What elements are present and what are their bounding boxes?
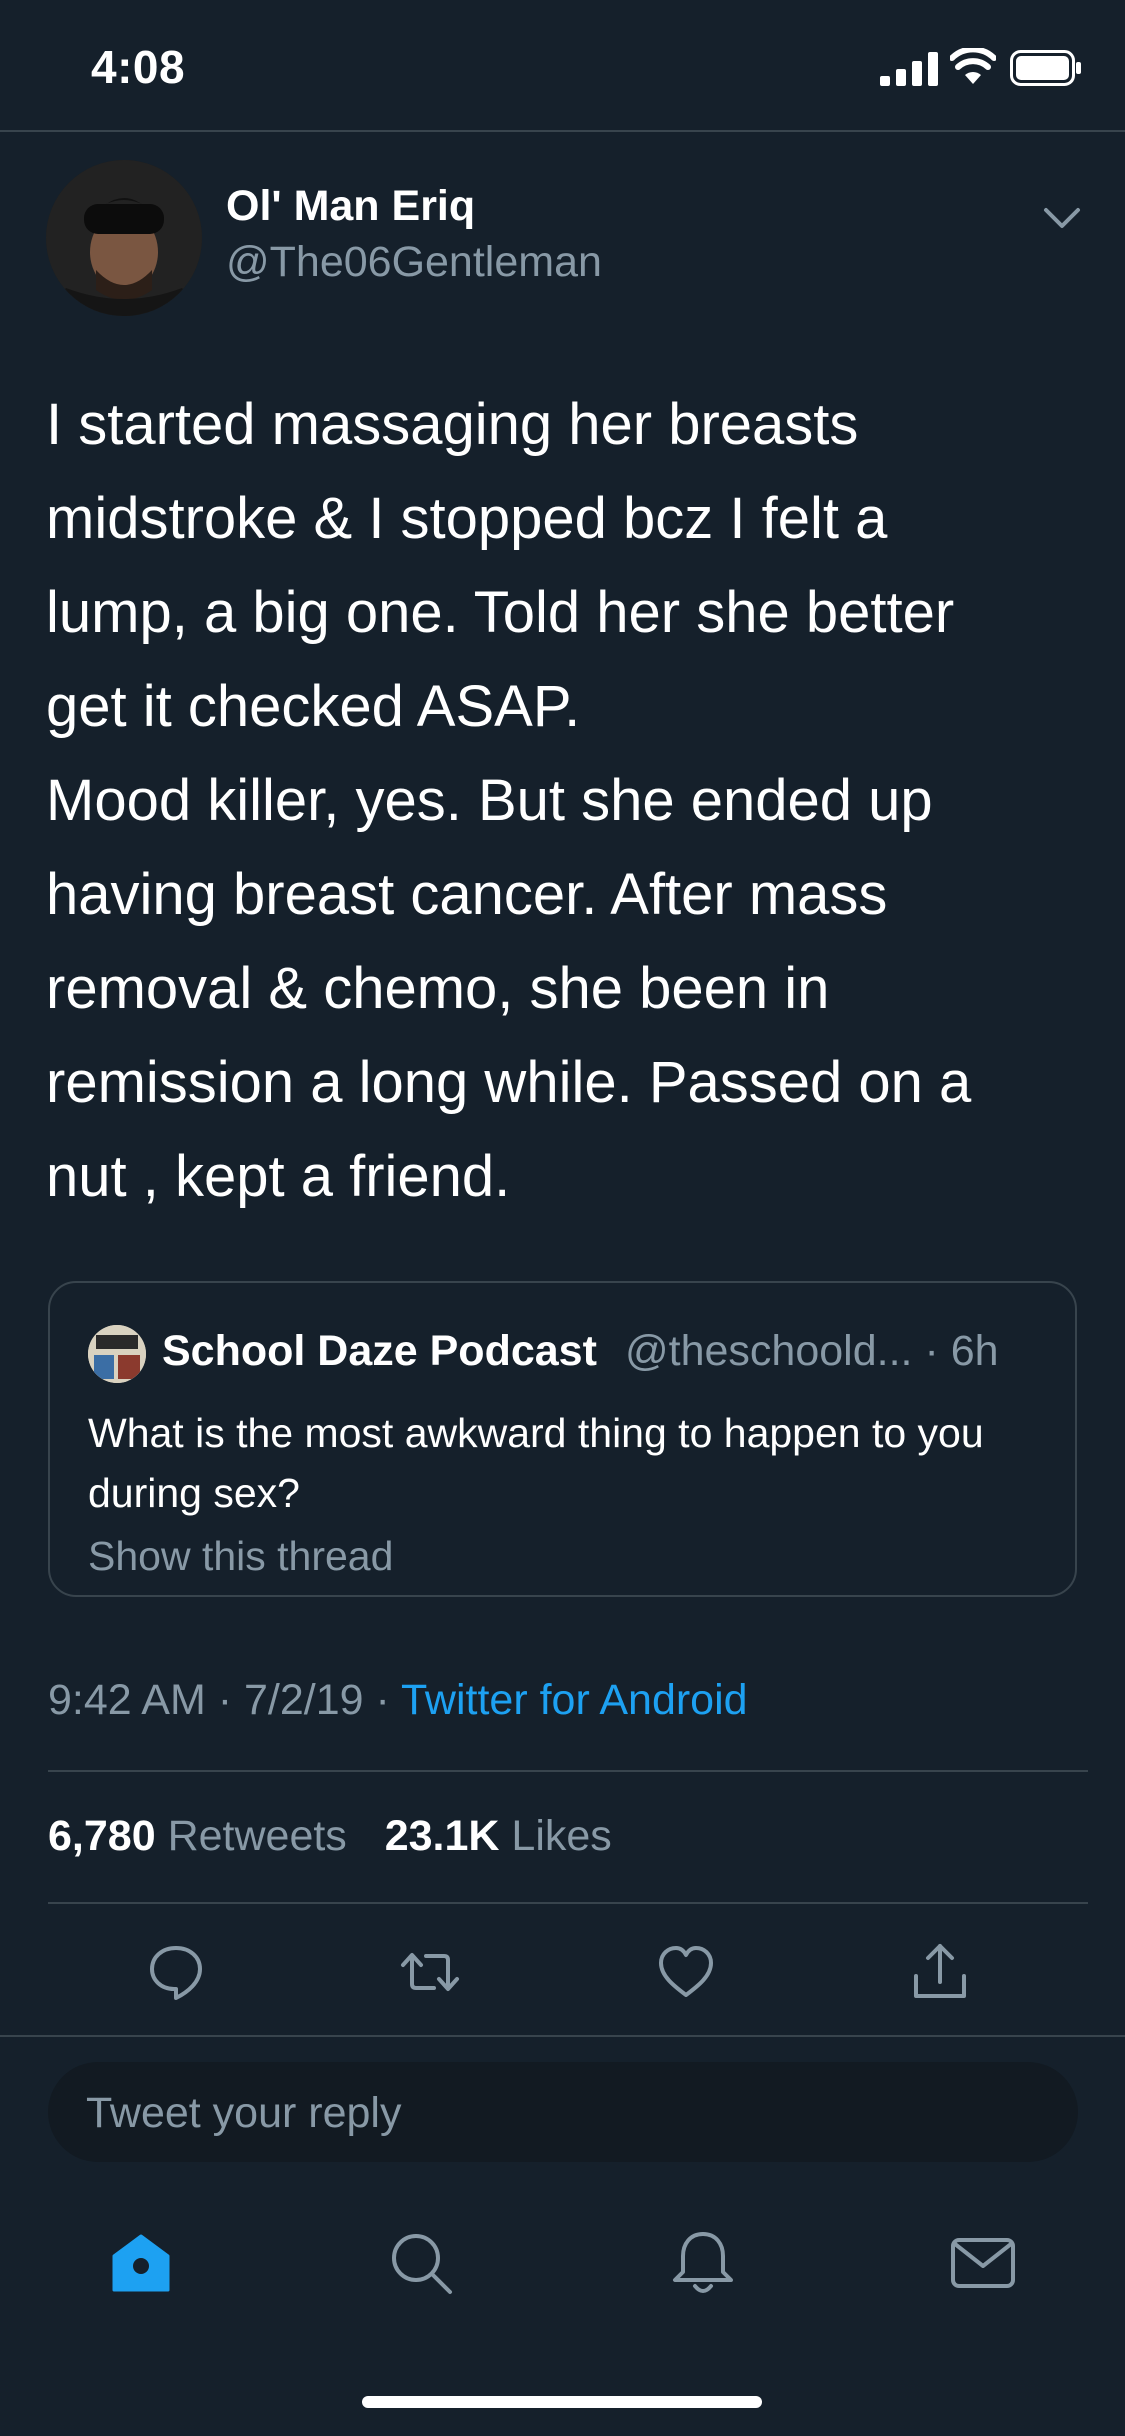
search-tab-icon[interactable] xyxy=(386,2228,456,2298)
reply-placeholder: Tweet your reply xyxy=(86,2089,402,2137)
retweets-count[interactable]: 6,780 xyxy=(48,1812,156,1860)
quoted-tweet-text: What is the most awkward thing to happen… xyxy=(88,1410,984,1516)
reply-icon[interactable] xyxy=(146,1942,206,2002)
quoted-author-name: School Daze Podcast xyxy=(162,1327,597,1375)
share-icon[interactable] xyxy=(910,1942,970,2002)
quoted-avatar-image xyxy=(88,1325,146,1383)
messages-tab-icon[interactable] xyxy=(948,2228,1018,2298)
author-display-name[interactable]: Ol' Man Eriq xyxy=(226,182,475,231)
author-avatar[interactable] xyxy=(46,160,202,316)
quoted-age: 6h xyxy=(950,1327,999,1375)
status-bar: 4:08 xyxy=(0,0,1125,132)
likes-label[interactable]: Likes xyxy=(511,1812,611,1860)
retweet-icon[interactable] xyxy=(400,1942,460,2002)
cellular-signal-icon xyxy=(880,52,938,86)
reply-input[interactable]: Tweet your reply xyxy=(48,2062,1078,2162)
likes-count[interactable]: 23.1K xyxy=(385,1812,500,1860)
divider xyxy=(48,1770,1088,1772)
quoted-author-handle: @theschoold... xyxy=(625,1327,913,1375)
status-time: 4:08 xyxy=(91,41,186,93)
tweet-date: 7/2/19 xyxy=(244,1676,364,1724)
chevron-down-icon[interactable] xyxy=(1040,198,1084,238)
home-tab-icon[interactable] xyxy=(106,2228,176,2298)
quoted-author-avatar xyxy=(88,1325,146,1383)
engagement-counts: 6,780 Retweets 23.1K Likes xyxy=(48,1812,612,1861)
tweet-text: I started massaging her breasts midstrok… xyxy=(46,392,972,1209)
divider xyxy=(0,2035,1125,2037)
quoted-tweet-card[interactable]: School Daze Podcast @theschoold... · 6h … xyxy=(48,1281,1077,1597)
author-username[interactable]: @The06Gentleman xyxy=(226,238,602,287)
meta-separator: · xyxy=(217,1676,233,1724)
tweet-timestamp-line: 9:42 AM · 7/2/19 · Twitter for Android xyxy=(48,1676,748,1725)
meta-separator: · xyxy=(375,1676,390,1724)
like-heart-icon[interactable] xyxy=(656,1942,716,2002)
tweet-time: 9:42 AM xyxy=(48,1676,206,1724)
retweets-label[interactable]: Retweets xyxy=(168,1812,347,1860)
notifications-tab-icon[interactable] xyxy=(668,2228,738,2298)
battery-icon xyxy=(1010,50,1081,86)
quoted-separator: · xyxy=(924,1327,939,1375)
home-indicator[interactable] xyxy=(362,2396,762,2408)
divider xyxy=(48,1902,1088,1904)
tweet-detail-screen: 4:08 Ol' Man Eriq @The06Gentleman I star… xyxy=(0,0,1125,2436)
wifi-icon xyxy=(950,48,996,84)
tweet-source-link[interactable]: Twitter for Android xyxy=(401,1676,748,1724)
show-this-thread-link[interactable]: Show this thread xyxy=(88,1533,393,1580)
quoted-author-meta: @theschoold... · 6h xyxy=(625,1327,999,1376)
avatar-photo xyxy=(46,160,202,316)
